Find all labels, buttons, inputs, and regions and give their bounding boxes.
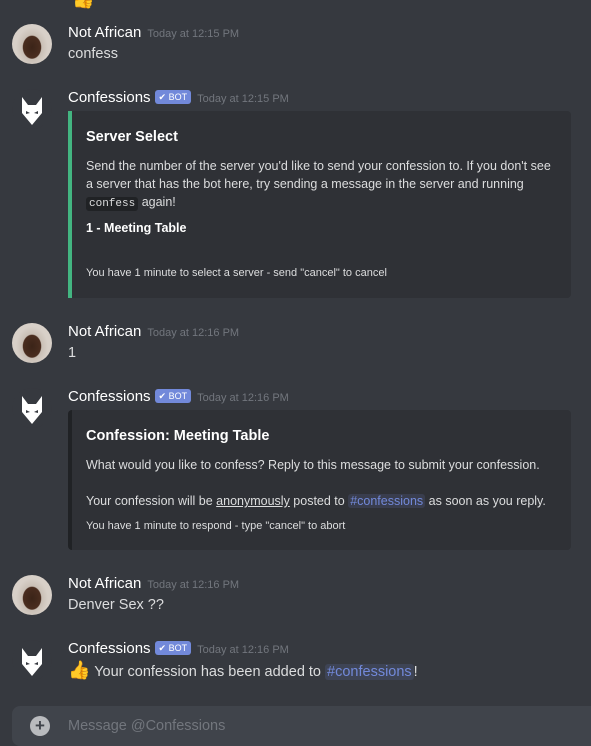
embed-title: Server Select [86, 129, 178, 145]
channel-mention[interactable]: #confessions [348, 494, 426, 508]
message-header: Not African Today at 12:15 PM [68, 24, 239, 42]
message-text: Denver Sex ?? [68, 597, 164, 613]
message-header: Confessions ✔ BOT Today at 12:15 PM [68, 89, 289, 107]
embed-footer: You have 1 minute to select a server - s… [86, 267, 387, 279]
timestamp: Today at 12:16 PM [197, 392, 289, 404]
bot-badge: ✔ BOT [154, 90, 192, 104]
bot-avatar[interactable] [12, 89, 52, 129]
timestamp: Today at 12:16 PM [147, 579, 240, 591]
inline-code: confess [86, 197, 139, 211]
author-name[interactable]: Confessions [68, 640, 151, 657]
bot-avatar[interactable] [12, 640, 52, 680]
user-avatar[interactable] [12, 575, 52, 615]
channel-mention[interactable]: #confessions [325, 664, 414, 680]
fox-mask-icon [22, 648, 42, 676]
author-name[interactable]: Not African [68, 323, 141, 340]
author-name[interactable]: Not African [68, 575, 141, 592]
message-header: Confessions ✔ BOT Today at 12:16 PM [68, 640, 289, 658]
thumbs-up-emoji: 👍 [72, 0, 94, 8]
timestamp: Today at 12:15 PM [147, 28, 240, 40]
embed-footer: You have 1 minute to respond - type "can… [86, 520, 346, 532]
embed-confession: Confession: Meeting Table What would you… [68, 410, 571, 550]
embed-description: Send the number of the server you'd like… [86, 159, 551, 211]
timestamp: Today at 12:15 PM [197, 93, 289, 105]
bot-badge: ✔ BOT [154, 389, 192, 403]
fox-mask-icon [22, 97, 42, 125]
embed-line-1: What would you like to confess? Reply to… [86, 458, 540, 472]
message-header: Not African Today at 12:16 PM [68, 323, 239, 341]
author-name[interactable]: Not African [68, 24, 141, 41]
message-header: Confessions ✔ BOT Today at 12:16 PM [68, 388, 289, 406]
author-name[interactable]: Confessions [68, 89, 151, 106]
fox-mask-icon [22, 396, 42, 424]
author-name[interactable]: Confessions [68, 388, 151, 405]
server-option: 1 - Meeting Table [86, 221, 187, 235]
embed-line-2: Your confession will be anonymously post… [86, 494, 546, 508]
message-text: 1 [68, 345, 77, 361]
user-avatar[interactable] [12, 323, 52, 363]
message-composer[interactable]: + Message @Confessions [12, 706, 591, 746]
timestamp: Today at 12:16 PM [147, 327, 240, 339]
message-text: confess [68, 46, 118, 62]
message-text: 👍 Your confession has been added to #con… [68, 660, 418, 680]
embed-title: Confession: Meeting Table [86, 428, 270, 444]
bot-badge: ✔ BOT [154, 641, 192, 655]
add-attachment-button[interactable]: + [30, 716, 50, 736]
bot-avatar[interactable] [12, 388, 52, 428]
timestamp: Today at 12:16 PM [197, 644, 289, 656]
message-header: Not African Today at 12:16 PM [68, 575, 239, 593]
embed-server-select: Server Select Send the number of the ser… [68, 111, 571, 298]
user-avatar[interactable] [12, 24, 52, 64]
message-input-placeholder[interactable]: Message @Confessions [68, 718, 225, 734]
thumbs-up-emoji: 👍 [68, 660, 91, 680]
